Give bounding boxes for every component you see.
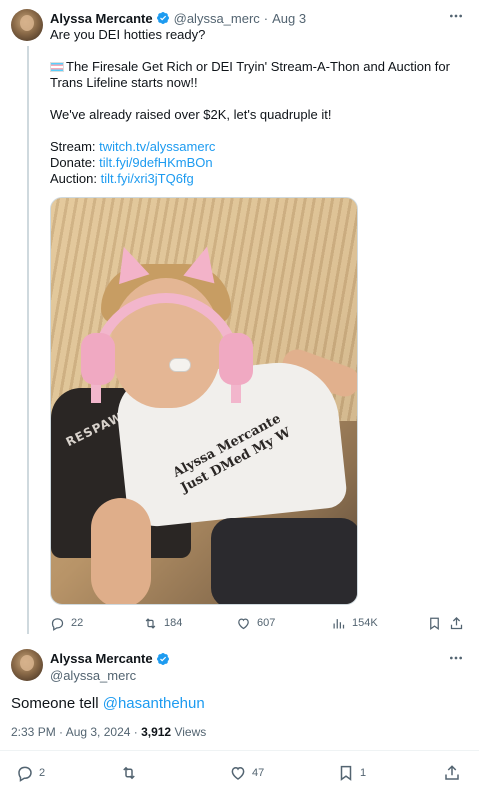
avatar[interactable]	[11, 9, 43, 41]
share-button[interactable]	[449, 614, 470, 632]
tweet-text-prefix: Someone tell	[11, 695, 103, 712]
bookmark-count: 1	[360, 767, 367, 779]
repost-button[interactable]: 184	[143, 614, 182, 632]
trans-flag-icon	[50, 62, 64, 72]
bookmark-icon	[340, 765, 352, 781]
auction-line: Auction: tilt.fyi/xri3jTQ6fg	[50, 171, 465, 187]
reply-button[interactable]: 2	[16, 762, 45, 784]
reply-count: 2	[39, 767, 46, 779]
tweet-header: Alyssa Mercante @alyssa_merc · Aug 3	[50, 9, 469, 27]
heart-icon	[238, 617, 249, 629]
separator: ·	[263, 10, 269, 26]
thread-connector-line	[27, 46, 29, 634]
arm	[91, 498, 151, 604]
stream-link[interactable]: twitch.tv/alyssamerc	[99, 139, 215, 154]
headphone-cup-left	[81, 333, 115, 385]
avatar[interactable]	[11, 649, 43, 681]
heart-icon	[231, 766, 245, 780]
views-icon	[333, 618, 345, 628]
tweet-actions: 22 184 607 154K	[50, 614, 470, 632]
tweet-header: Alyssa Mercante	[50, 651, 170, 666]
views-count: 154K	[352, 617, 378, 629]
display-name[interactable]: Alyssa Mercante	[50, 651, 153, 666]
repost-button[interactable]	[120, 762, 143, 784]
share-icon	[445, 765, 459, 780]
reply-icon	[51, 617, 64, 631]
tweet-date[interactable]: Aug 3	[272, 11, 306, 26]
views-count: 3,912	[141, 725, 172, 739]
tweet-photo[interactable]: RESPAWN Alyssa Mercante Just DMed My W	[50, 197, 358, 605]
verified-badge-icon	[156, 12, 169, 24]
tweet-text: Someone tell @hasanthehun	[11, 694, 205, 714]
tweet-actions: 2 47 1	[0, 762, 479, 784]
donate-line: Donate: tilt.fyi/9defHKmBOn	[50, 155, 465, 171]
verified-badge-icon	[156, 652, 169, 665]
stream-line: Stream: twitch.tv/alyssamerc	[50, 139, 465, 155]
display-name[interactable]: Alyssa Mercante	[50, 11, 153, 26]
bookmark-icon	[430, 617, 439, 630]
reply-button[interactable]: 22	[50, 614, 83, 632]
donate-label: Donate:	[50, 155, 100, 170]
auction-label: Auction:	[50, 171, 101, 186]
tweet-line: Are you DEI hotties ready?	[50, 27, 206, 42]
share-button[interactable]	[443, 762, 466, 784]
bookmark-button[interactable]	[427, 614, 448, 632]
microphone	[169, 358, 191, 372]
headphone-cup-right	[219, 333, 253, 385]
repost-count: 184	[164, 617, 183, 629]
repost-icon	[123, 766, 135, 780]
tweet-metadata: 2:33 PM · Aug 3, 2024 · 3,912 Views	[11, 725, 206, 739]
like-button[interactable]: 607	[236, 614, 275, 632]
donate-link[interactable]: tilt.fyi/9defHKmBOn	[99, 155, 212, 170]
handle[interactable]: @alyssa_merc	[50, 668, 136, 683]
tweet-line-text: The Firesale Get Rich or DEI Tryin' Stre…	[50, 59, 450, 90]
views-button[interactable]: 154K	[331, 614, 378, 632]
reply-icon	[18, 766, 32, 782]
auction-link[interactable]: tilt.fyi/xri3jTQ6fg	[101, 171, 194, 186]
more-options-icon[interactable]	[447, 8, 465, 24]
tweet-timestamp[interactable]: 2:33 PM · Aug 3, 2024 ·	[11, 725, 141, 739]
jeans	[211, 518, 357, 604]
more-options-icon[interactable]	[447, 650, 465, 666]
divider	[0, 750, 479, 751]
reply-count: 22	[71, 617, 84, 629]
stream-label: Stream:	[50, 139, 100, 154]
bookmark-button[interactable]: 1	[337, 762, 366, 784]
mention-link[interactable]: @hasanthehun	[103, 695, 205, 712]
tweet-line: We've already raised over $2K, let's qua…	[50, 107, 332, 122]
handle[interactable]: @alyssa_merc	[174, 11, 260, 26]
repost-icon	[145, 617, 156, 629]
like-button[interactable]: 47	[229, 762, 264, 784]
share-icon	[450, 616, 463, 629]
like-count: 607	[257, 617, 276, 629]
tweet-line: The Firesale Get Rich or DEI Tryin' Stre…	[50, 59, 465, 91]
views-label: Views	[171, 725, 207, 739]
like-count: 47	[252, 767, 265, 779]
